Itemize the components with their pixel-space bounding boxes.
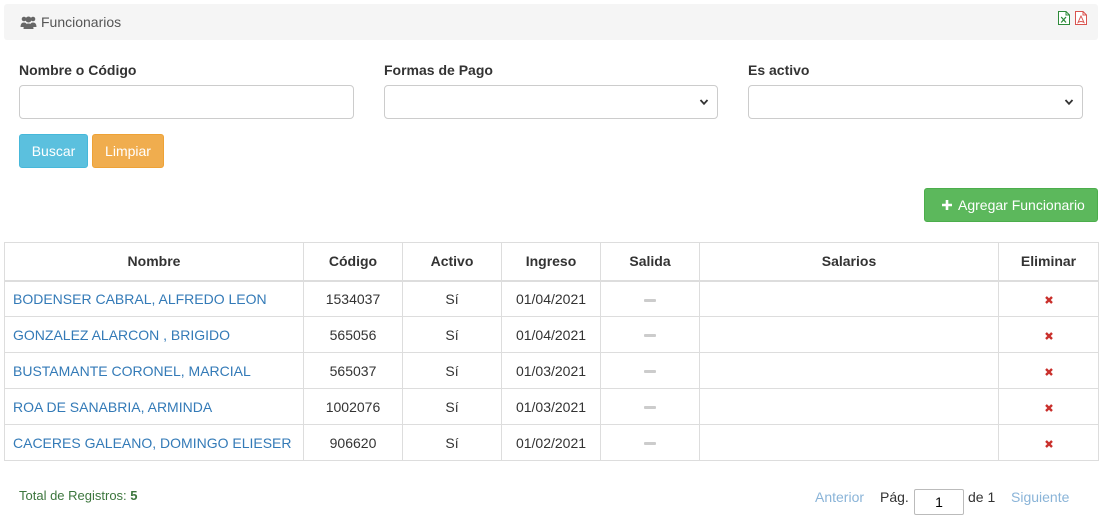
employee-code: 565037 [303,352,403,389]
employee-code: 906620 [303,424,403,461]
dash-icon [644,334,656,338]
excel-file-icon[interactable] [1058,11,1070,25]
table-row: CACERES GALEANO, DOMINGO ELIESER 906620 … [4,424,1099,461]
column-header-eliminar: Eliminar [998,242,1099,282]
employees-table: Nombre Código Activo Ingreso Salida Sala… [4,242,1099,461]
dash-icon [644,370,656,374]
add-employee-label: Agregar Funcionario [958,197,1085,213]
total-records-label: Total de Registros: [19,488,127,503]
page-header: Funcionarios [4,4,1098,40]
employee-code: 1002076 [303,388,403,425]
search-button[interactable]: Buscar [19,134,88,168]
delete-cell [998,280,1099,317]
chevron-down-icon [699,99,709,106]
total-records-value: 5 [130,488,138,503]
table-row: BUSTAMANTE CORONEL, MARCIAL 565037 Sí 01… [4,352,1099,389]
employee-code: 1534037 [303,280,403,317]
column-header-salida[interactable]: Salida [600,242,700,282]
employee-active: Sí [402,280,502,317]
table-row: ROA DE SANABRIA, ARMINDA 1002076 Sí 01/0… [4,388,1099,425]
total-records: Total de Registros: 5 [19,488,138,503]
employee-hire-date: 01/03/2021 [501,388,601,425]
employee-active: Sí [402,352,502,389]
next-page-link[interactable]: Siguiente [1011,489,1069,505]
employee-exit-date [600,280,700,317]
employee-exit-date [600,352,700,389]
table-header-row: Nombre Código Activo Ingreso Salida Sala… [4,242,1099,282]
delete-cell [998,388,1099,425]
employee-name-link[interactable]: GONZALEZ ALARCON , BRIGIDO [4,316,304,353]
delete-icon[interactable] [1044,295,1054,305]
column-header-ingreso[interactable]: Ingreso [501,242,601,282]
employee-hire-date: 01/04/2021 [501,280,601,317]
column-header-salarios[interactable]: Salarios [699,242,999,282]
employee-exit-date [600,424,700,461]
dash-icon [644,442,656,446]
plus-icon [942,200,952,210]
name-filter-label: Nombre o Código [19,62,137,78]
employee-code: 565056 [303,316,403,353]
dash-icon [644,406,656,410]
delete-icon[interactable] [1044,331,1054,341]
payment-filter-label: Formas de Pago [384,62,493,78]
delete-icon[interactable] [1044,439,1054,449]
page-title: Funcionarios [41,14,122,30]
users-icon [20,16,37,29]
employee-exit-date [600,388,700,425]
table-row: GONZALEZ ALARCON , BRIGIDO 565056 Sí 01/… [4,316,1099,353]
column-header-codigo[interactable]: Código [303,242,403,282]
employee-hire-date: 01/03/2021 [501,352,601,389]
employee-salaries [699,352,999,389]
dash-icon [644,298,656,302]
column-header-activo[interactable]: Activo [402,242,502,282]
employee-exit-date [600,316,700,353]
employee-name-link[interactable]: CACERES GALEANO, DOMINGO ELIESER [4,424,304,461]
delete-icon[interactable] [1044,403,1054,413]
previous-page-link[interactable]: Anterior [815,489,864,505]
employee-active: Sí [402,316,502,353]
employee-name-link[interactable]: BODENSER CABRAL, ALFREDO LEON [4,280,304,317]
employee-name-link[interactable]: ROA DE SANABRIA, ARMINDA [4,388,304,425]
page-total-label: de 1 [968,489,996,505]
page-number-input[interactable] [914,489,964,515]
payment-method-select[interactable] [384,85,718,119]
employee-name-link[interactable]: BUSTAMANTE CORONEL, MARCIAL [4,352,304,389]
employee-salaries [699,424,999,461]
pdf-file-icon[interactable] [1075,11,1087,25]
employee-active: Sí [402,388,502,425]
employee-hire-date: 01/04/2021 [501,316,601,353]
employee-salaries [699,388,999,425]
page-label: Pág. [880,489,909,505]
employee-active: Sí [402,424,502,461]
name-filter-input[interactable] [19,85,354,119]
column-header-nombre[interactable]: Nombre [4,242,304,282]
active-filter-label: Es activo [748,62,810,78]
delete-cell [998,424,1099,461]
active-status-select[interactable] [748,85,1083,119]
employee-hire-date: 01/02/2021 [501,424,601,461]
clear-button[interactable]: Limpiar [92,134,164,168]
delete-cell [998,316,1099,353]
chevron-down-icon [1064,99,1074,106]
employee-salaries [699,280,999,317]
employee-salaries [699,316,999,353]
table-row: BODENSER CABRAL, ALFREDO LEON 1534037 Sí… [4,280,1099,317]
add-employee-button[interactable]: Agregar Funcionario [924,188,1098,222]
delete-icon[interactable] [1044,367,1054,377]
delete-cell [998,352,1099,389]
